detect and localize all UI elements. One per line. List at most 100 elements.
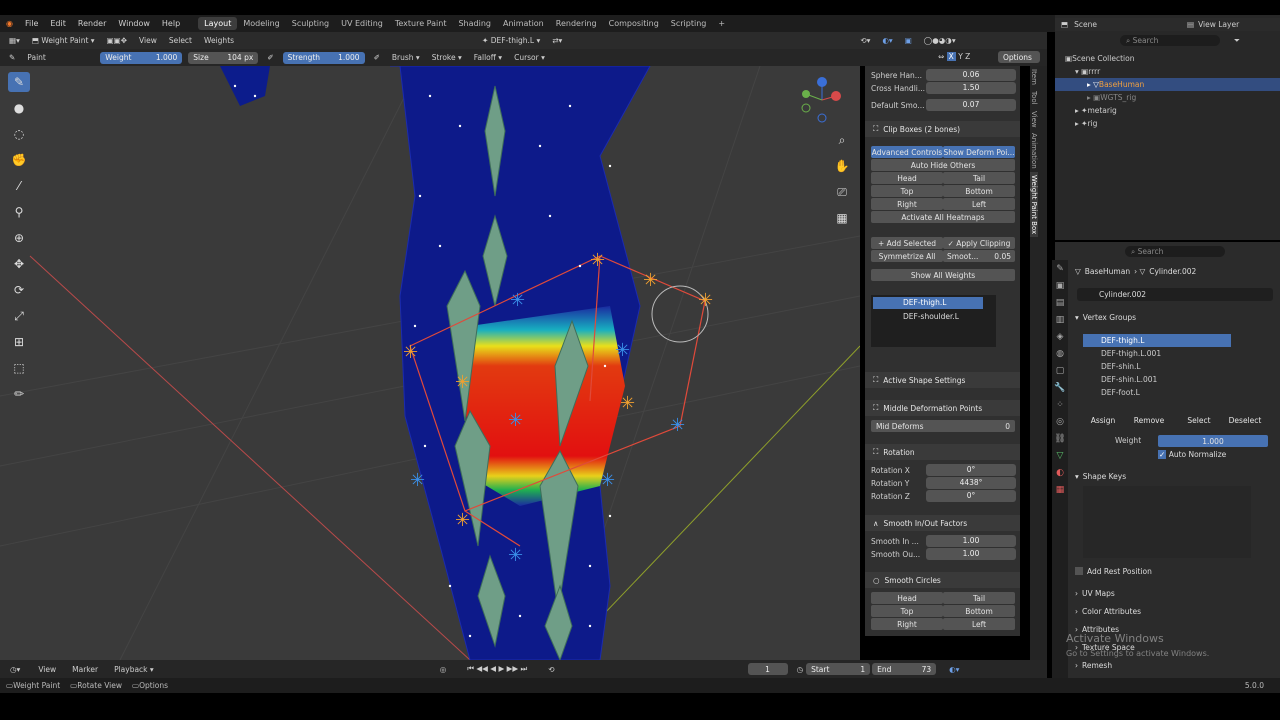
workspace-sculpting[interactable]: Sculpting	[286, 17, 335, 30]
deselect-button[interactable]: Deselect	[1222, 414, 1268, 426]
clip-left-button[interactable]: Left	[943, 198, 1015, 210]
vertex-group-item[interactable]: DEF-thigh.L.001	[1083, 347, 1231, 360]
timeline-playback-menu[interactable]: Playback ▾	[111, 665, 157, 674]
workspace-texture-paint[interactable]: Texture Paint	[389, 17, 453, 30]
circle-tail-button[interactable]: Tail	[943, 592, 1015, 604]
activate-heatmaps-button[interactable]: Activate All Heatmaps	[871, 211, 1015, 223]
timeline-editor-icon[interactable]: ◷▾	[0, 665, 23, 674]
perspective-grid-icon[interactable]: ▦	[831, 208, 853, 228]
navigation-gizmo[interactable]	[801, 77, 841, 123]
scale-tool-icon[interactable]: ⤢	[8, 306, 30, 326]
filter-icon[interactable]: ⏷	[1234, 36, 1240, 46]
vertex-group-item[interactable]: DEF-shin.L	[1083, 360, 1231, 373]
blur-tool-icon[interactable]: ●	[8, 98, 30, 118]
preview-range-icon[interactable]: ◷	[794, 665, 807, 674]
keying-icon[interactable]: ◎	[437, 665, 450, 674]
menu-view[interactable]: View	[136, 36, 160, 45]
rotate-tool-icon[interactable]: ⟳	[8, 280, 30, 300]
rotation-y-field[interactable]: 4438°	[926, 477, 1016, 489]
vertex-groups-header[interactable]: ▾ Vertex Groups	[1075, 310, 1275, 324]
workspace-uv-editing[interactable]: UV Editing	[335, 17, 389, 30]
breadcrumb-object[interactable]: BaseHuman	[1085, 267, 1130, 276]
scene-collection-row[interactable]: ▣ Scene Collection	[1055, 52, 1280, 65]
overlay-toggle-icon[interactable]: ◐▾	[879, 36, 895, 45]
timeline-view-menu[interactable]: View	[35, 665, 59, 674]
output-tab-icon[interactable]: ▤	[1052, 294, 1068, 311]
brush-menu[interactable]: Brush ▾	[389, 53, 423, 62]
select-mode-icons[interactable]: ▣▣✥	[104, 36, 130, 45]
tool-tab-icon[interactable]: ✎	[1052, 260, 1068, 277]
clip-right-button[interactable]: Right	[871, 198, 943, 210]
constraints-tab-icon[interactable]: ⛓	[1052, 430, 1068, 447]
workspace-animation[interactable]: Animation	[497, 17, 550, 30]
hand-mesh[interactable]	[220, 66, 270, 106]
tab-weight-paint-box[interactable]: Weight Paint Box	[1030, 171, 1038, 238]
clip-tail-button[interactable]: Tail	[943, 172, 1015, 184]
average-tool-icon[interactable]: ◌	[8, 124, 30, 144]
circle-right-button[interactable]: Right	[871, 618, 943, 630]
scene-name[interactable]: Scene	[1074, 20, 1097, 29]
show-deform-points-button[interactable]: Show Deform Poi...	[943, 146, 1015, 158]
add-selected-button[interactable]: + Add Selected	[871, 237, 943, 249]
auto-hide-others-button[interactable]: Auto Hide Others	[871, 159, 1015, 171]
start-frame-field[interactable]: Start 1	[806, 663, 871, 675]
add-rest-position-checkbox[interactable]: Add Rest Position	[1075, 564, 1275, 578]
cross-handles-field[interactable]: 1.50	[926, 82, 1016, 94]
outliner-item-wgts-rig[interactable]: ▸ ▣ WGTS_rig	[1055, 91, 1280, 104]
circle-left-button[interactable]: Left	[943, 618, 1015, 630]
modifier-tab-icon[interactable]: 🔧	[1052, 379, 1068, 396]
shape-keys-header[interactable]: ▾ Shape Keys	[1075, 469, 1275, 483]
menu-select[interactable]: Select	[166, 36, 195, 45]
workspace-layout[interactable]: Layout	[198, 17, 238, 30]
tab-view[interactable]: View	[1030, 108, 1038, 131]
circle-bottom-button[interactable]: Bottom	[943, 605, 1015, 617]
workspace-rendering[interactable]: Rendering	[550, 17, 603, 30]
loop-icon[interactable]: ⟲	[545, 665, 557, 674]
falloff-menu[interactable]: Falloff ▾	[471, 53, 505, 62]
weight-field[interactable]: Weight 1.000	[100, 51, 183, 64]
menu-render[interactable]: Render	[72, 19, 112, 28]
assign-button[interactable]: Assign	[1080, 414, 1126, 426]
vertex-group-item[interactable]: DEF-foot.L	[1083, 386, 1231, 399]
snap-icon[interactable]: ⇄▾	[549, 36, 565, 45]
sphere-handles-field[interactable]: 0.06	[926, 69, 1016, 81]
gradient-tool-icon[interactable]: ⁄	[8, 176, 30, 196]
smooth-field[interactable]: Smoot... 0.05	[943, 250, 1015, 262]
stroke-menu[interactable]: Stroke ▾	[429, 53, 465, 62]
outliner-search-input[interactable]: ⌕ Search	[1120, 35, 1220, 46]
default-smooth-field[interactable]: 0.07	[926, 99, 1016, 111]
active-bone-selector[interactable]: ✦ DEF-thigh.L ▾	[479, 36, 543, 45]
symmetrize-all-button[interactable]: Symmetrize All	[871, 250, 943, 262]
vertex-weight-field[interactable]: 1.000	[1158, 435, 1268, 447]
draw-brush-icon[interactable]: ✎	[8, 72, 30, 92]
zoom-icon[interactable]: ⌕	[831, 130, 853, 150]
particles-tab-icon[interactable]: ⁘	[1052, 396, 1068, 413]
brush-icon[interactable]: ✎	[6, 53, 18, 62]
mode-selector[interactable]: ⬒ Weight Paint ▾	[29, 36, 98, 45]
annotate-tool-icon[interactable]: ✏	[8, 384, 30, 404]
bone-list-item-thigh[interactable]: DEF-thigh.L	[873, 297, 983, 309]
mesh-data-name-field[interactable]: Cylinder.002	[1077, 288, 1273, 301]
rotation-x-field[interactable]: 0°	[926, 464, 1016, 476]
tab-tool[interactable]: Tool	[1030, 88, 1038, 108]
mirror-xyz-icons[interactable]: ⇔ X Y Z	[935, 52, 973, 61]
editor-type-icon[interactable]: ▦▾	[6, 36, 23, 45]
vertex-group-item[interactable]: DEF-thigh.L	[1083, 334, 1231, 347]
active-shape-header[interactable]: ⛶ Active Shape Settings	[865, 372, 1020, 388]
rotation-z-field[interactable]: 0°	[926, 490, 1016, 502]
clip-boxes-header[interactable]: ⛶ Clip Boxes (2 bones)	[865, 121, 1020, 137]
blender-logo-icon[interactable]: ◉	[0, 19, 19, 28]
cursor-menu[interactable]: Cursor ▾	[511, 53, 548, 62]
properties-search-input[interactable]: ⌕ Search	[1125, 246, 1225, 257]
color-attributes-header[interactable]: › Color Attributes	[1075, 604, 1275, 618]
select-button[interactable]: Select	[1176, 414, 1222, 426]
breadcrumb-mesh[interactable]: Cylinder.002	[1149, 267, 1196, 276]
view-layer-tab-icon[interactable]: ▥	[1052, 311, 1068, 328]
outliner-item-metarig[interactable]: ▸ ✦ metarig	[1055, 104, 1280, 117]
sample-weight-icon[interactable]: ⚲	[8, 202, 30, 222]
texture-tab-icon[interactable]: ▦	[1052, 481, 1068, 498]
mid-deforms-field[interactable]: Mid Deforms 0	[871, 420, 1015, 432]
gizmo-toggle-icon[interactable]: ⟲▾	[857, 36, 873, 45]
render-tab-icon[interactable]: ▣	[1052, 277, 1068, 294]
transform-tool-icon[interactable]: ⊞	[8, 332, 30, 352]
